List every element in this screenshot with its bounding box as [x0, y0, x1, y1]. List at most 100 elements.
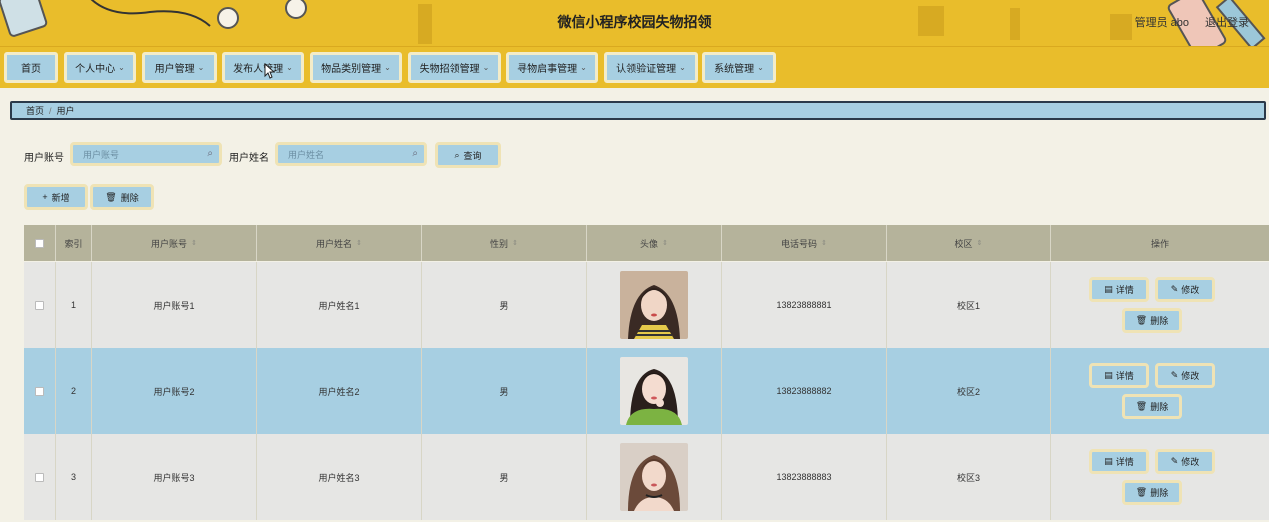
table-row: 1 用户账号1 用户姓名1 男 13823888881 校区1 ▤ 详情 ✎ 修改 …	[24, 262, 1269, 348]
select-all-cell	[24, 225, 56, 261]
chevron-down-icon: ⌄	[482, 63, 490, 72]
table-header: 索引 用户账号 ⇕ 用户姓名 ⇕ 性别 ⇕ 头像 ⇕ 电话号码 ⇕ 校区 ⇕ 操作	[24, 225, 1269, 261]
admin-username: 管理员 abo	[1134, 17, 1189, 29]
row-checkbox[interactable]	[35, 300, 44, 310]
delete-button[interactable]: 🗑 删除	[1122, 394, 1182, 419]
nav-label: 寻物启事管理	[517, 64, 578, 75]
row-select-cell	[24, 262, 56, 348]
edit-icon: ✎	[1170, 456, 1179, 466]
row-checkbox[interactable]	[35, 386, 44, 396]
breadcrumb-home[interactable]: 首页	[26, 104, 44, 117]
select-all-checkbox[interactable]	[35, 238, 44, 248]
logout-link[interactable]: 退出登录	[1205, 14, 1249, 30]
nav-label: 个人中心	[75, 64, 116, 75]
avatar	[620, 357, 688, 425]
edit-button[interactable]: ✎ 修改	[1155, 363, 1215, 388]
avatar	[620, 271, 688, 339]
nav-label: 物品类别管理	[321, 64, 382, 75]
detail-label: 详情	[1115, 285, 1134, 295]
col-label: 性别	[490, 238, 509, 249]
nav-user-management[interactable]: 用户管理 ⌄	[142, 52, 217, 83]
table-row: 2 用户账号2 用户姓名2 男 13823888882 校区2 ▤ 详情 ✎ 修改 …	[24, 348, 1269, 434]
gender-cell: 男	[422, 434, 587, 520]
plus-icon: +	[42, 192, 48, 202]
index-cell: 2	[56, 348, 92, 434]
delete-label: 删除	[1150, 488, 1169, 498]
nav-label: 用户管理	[154, 64, 195, 75]
col-campus[interactable]: 校区 ⇕	[887, 225, 1051, 261]
nav-item-category-management[interactable]: 物品类别管理 ⌄	[310, 52, 402, 83]
campus-cell: 校区2	[887, 348, 1051, 434]
chevron-down-icon: ⌄	[197, 63, 205, 72]
search-icon: ⌕	[207, 148, 213, 159]
account-search-input[interactable]: 用户账号 ⌕	[70, 142, 222, 166]
app-title: 微信小程序校园失物招领	[557, 14, 712, 30]
avatar	[620, 443, 688, 511]
row-select-cell	[24, 434, 56, 520]
sort-icon[interactable]: ⇕	[662, 239, 668, 247]
search-icon: ⌕	[454, 149, 460, 160]
nav-home[interactable]: 首页	[4, 52, 58, 83]
col-avatar[interactable]: 头像 ⇕	[587, 225, 722, 261]
campus-cell: 校区1	[887, 262, 1051, 348]
edit-button[interactable]: ✎ 修改	[1155, 277, 1215, 302]
actions-cell: ▤ 详情 ✎ 修改 🗑 删除	[1051, 348, 1269, 434]
add-button[interactable]: + 新增	[24, 184, 88, 210]
detail-icon: ▤	[1104, 284, 1113, 294]
nav-lost-found-management[interactable]: 失物招领管理 ⌄	[408, 52, 501, 83]
breadcrumb-current: 用户	[56, 106, 75, 116]
nav-personal-center[interactable]: 个人中心 ⌄	[64, 52, 136, 83]
delete-label: 删除	[120, 192, 139, 203]
breadcrumb-separator: /	[49, 105, 52, 116]
nav-label: 认领验证管理	[616, 64, 677, 75]
breadcrumb: 首页 / 用户	[10, 101, 1266, 120]
col-account[interactable]: 用户账号 ⇕	[92, 225, 257, 261]
batch-delete-button[interactable]: 🗑 删除	[90, 184, 154, 210]
account-cell: 用户账号2	[92, 348, 257, 434]
chevron-down-icon: ⌄	[384, 63, 391, 72]
nav-label: 首页	[21, 64, 41, 75]
col-actions: 操作	[1051, 225, 1269, 261]
nav-label: 系统管理	[714, 64, 755, 75]
nav-lost-notice-management[interactable]: 寻物启事管理 ⌄	[506, 52, 598, 83]
col-label: 校区	[954, 238, 973, 249]
name-placeholder: 用户姓名	[288, 149, 325, 160]
col-gender[interactable]: 性别 ⇕	[422, 225, 587, 261]
name-cell: 用户姓名2	[257, 348, 422, 434]
delete-button[interactable]: 🗑 删除	[1122, 308, 1182, 333]
delete-button[interactable]: 🗑 删除	[1122, 480, 1182, 505]
name-search-input[interactable]: 用户姓名 ⌕	[275, 142, 427, 166]
campus-cell: 校区3	[887, 434, 1051, 520]
chevron-down-icon: ⌄	[580, 63, 587, 72]
gender-cell: 男	[422, 262, 587, 348]
nav-label: 发布人管理	[233, 64, 284, 75]
sort-icon[interactable]: ⇕	[977, 239, 983, 247]
phone-cell: 13823888882	[722, 348, 887, 434]
col-label: 用户账号	[151, 238, 188, 249]
nav-system-management[interactable]: 系统管理 ⌄	[702, 52, 776, 83]
nav-claim-verify-management[interactable]: 认领验证管理 ⌄	[604, 52, 698, 83]
actions-cell: ▤ 详情 ✎ 修改 🗑 删除	[1051, 262, 1269, 348]
chevron-down-icon: ⌄	[286, 63, 293, 72]
col-phone[interactable]: 电话号码 ⇕	[722, 225, 887, 261]
sort-icon[interactable]: ⇕	[356, 239, 362, 247]
avatar-cell	[587, 348, 722, 434]
detail-button[interactable]: ▤ 详情	[1089, 449, 1149, 474]
row-checkbox[interactable]	[35, 472, 44, 482]
sort-icon[interactable]: ⇕	[191, 239, 197, 247]
col-label: 用户姓名	[316, 238, 353, 249]
detail-button[interactable]: ▤ 详情	[1089, 363, 1149, 388]
sort-icon[interactable]: ⇕	[821, 239, 827, 247]
main-nav: 首页 个人中心 ⌄ 用户管理 ⌄ 发布人管理 ⌄ 物品类别管理 ⌄ 失物招领管理 ⌄ 寻物…	[0, 46, 1269, 88]
edit-icon: ✎	[1170, 370, 1179, 380]
trash-icon: 🗑	[105, 191, 117, 202]
col-name[interactable]: 用户姓名 ⇕	[257, 225, 422, 261]
sort-icon[interactable]: ⇕	[512, 239, 518, 247]
query-button[interactable]: ⌕ 查询	[435, 142, 501, 168]
col-label: 操作	[1150, 238, 1169, 249]
col-label: 头像	[640, 238, 659, 249]
edit-icon: ✎	[1170, 284, 1179, 294]
index-cell: 3	[56, 434, 92, 520]
edit-button[interactable]: ✎ 修改	[1155, 449, 1215, 474]
detail-button[interactable]: ▤ 详情	[1089, 277, 1149, 302]
